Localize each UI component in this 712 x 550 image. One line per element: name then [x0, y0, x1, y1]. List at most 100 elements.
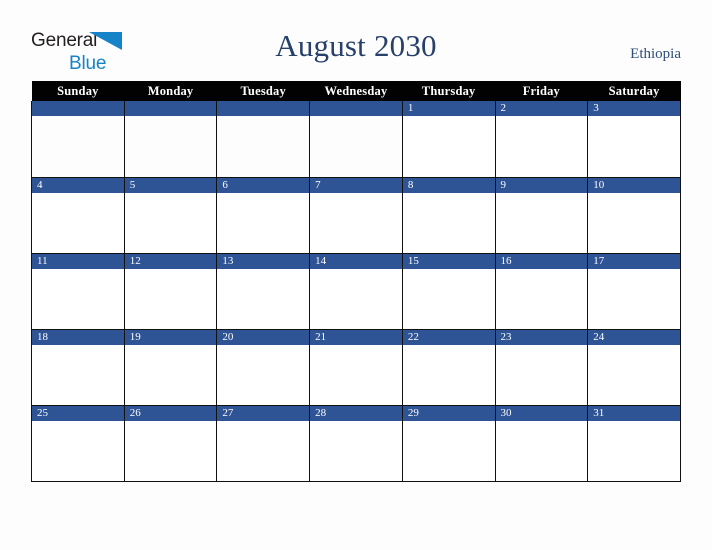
calendar-day-cell[interactable]: 1: [401, 101, 496, 178]
day-number: 6: [217, 177, 310, 193]
calendar-day-cell[interactable]: 23: [494, 329, 589, 406]
calendar-day-cell[interactable]: 26: [123, 405, 218, 482]
day-cell-inner: 29: [402, 405, 495, 481]
day-cell-inner: 18: [32, 329, 124, 405]
day-cell-inner: 11: [32, 253, 124, 329]
day-cell-inner: 7: [310, 177, 402, 253]
day-number: 21: [310, 329, 402, 345]
calendar-day-cell[interactable]: 11: [31, 253, 125, 330]
day-number: 4: [32, 177, 124, 193]
calendar-day-cell[interactable]: 4: [31, 177, 125, 254]
calendar-day-cell-empty: [216, 101, 311, 178]
day-note-area[interactable]: [495, 268, 588, 329]
calendar-day-cell[interactable]: 2: [494, 101, 589, 178]
day-cell-inner: 6: [217, 177, 310, 253]
day-number: 9: [495, 177, 588, 193]
calendar-day-cell[interactable]: 28: [309, 405, 403, 482]
day-note-area[interactable]: [32, 420, 124, 481]
calendar-day-cell[interactable]: 18: [31, 329, 125, 406]
calendar-day-cell[interactable]: 15: [401, 253, 496, 330]
day-note-area[interactable]: [402, 116, 495, 176]
day-note-area[interactable]: [495, 420, 588, 481]
calendar-day-cell[interactable]: 7: [309, 177, 403, 254]
calendar-day-cell[interactable]: 14: [309, 253, 403, 330]
day-cell-inner: 24: [588, 329, 680, 405]
day-note-area[interactable]: [588, 268, 680, 329]
calendar-day-cell[interactable]: 13: [216, 253, 311, 330]
calendar-day-cell[interactable]: 24: [587, 329, 681, 406]
calendar-day-cell[interactable]: 31: [587, 405, 681, 482]
day-cell-inner: 25: [32, 405, 124, 481]
day-note-area[interactable]: [32, 192, 124, 253]
day-note-area[interactable]: [402, 344, 495, 405]
day-note-area[interactable]: [217, 268, 310, 329]
day-note-area[interactable]: [402, 420, 495, 481]
calendar-day-cell[interactable]: 29: [401, 405, 496, 482]
day-note-area[interactable]: [495, 116, 588, 176]
day-note-area[interactable]: [217, 420, 310, 481]
day-note-area[interactable]: [588, 192, 680, 253]
day-note-area[interactable]: [310, 420, 402, 481]
calendar-day-cell[interactable]: 8: [401, 177, 496, 254]
day-cell-inner: [217, 101, 310, 177]
calendar-day-cell[interactable]: 10: [587, 177, 681, 254]
day-note-area[interactable]: [124, 344, 217, 405]
day-note-area[interactable]: [588, 116, 680, 176]
calendar-week-row: 11 12 13 14 15 16 17: [31, 253, 681, 330]
day-note-area[interactable]: [217, 192, 310, 253]
day-number: 26: [124, 405, 217, 421]
day-number: 8: [402, 177, 495, 193]
day-note-area[interactable]: [217, 344, 310, 405]
day-note-area[interactable]: [124, 420, 217, 481]
day-number-blank: [217, 101, 310, 116]
day-cell-inner: 3: [588, 101, 680, 177]
day-note-area[interactable]: [32, 344, 124, 405]
day-note-area[interactable]: [124, 116, 217, 176]
day-cell-inner: 12: [124, 253, 217, 329]
calendar-day-cell[interactable]: 20: [216, 329, 311, 406]
calendar-day-cell[interactable]: 9: [494, 177, 589, 254]
day-note-area[interactable]: [402, 268, 495, 329]
calendar-day-cell[interactable]: 16: [494, 253, 589, 330]
calendar-day-cell[interactable]: 6: [216, 177, 311, 254]
calendar-day-cell[interactable]: 12: [123, 253, 218, 330]
calendar-day-cell[interactable]: 3: [587, 101, 681, 178]
day-note-area[interactable]: [402, 192, 495, 253]
day-note-area[interactable]: [310, 192, 402, 253]
day-cell-inner: 20: [217, 329, 310, 405]
day-note-area[interactable]: [217, 116, 310, 176]
day-note-area[interactable]: [310, 116, 402, 176]
day-note-area[interactable]: [124, 268, 217, 329]
day-number: 1: [402, 101, 495, 116]
day-note-area[interactable]: [32, 116, 124, 176]
day-note-area[interactable]: [32, 268, 124, 329]
day-cell-inner: 9: [495, 177, 588, 253]
day-note-area[interactable]: [495, 344, 588, 405]
day-cell-inner: 5: [124, 177, 217, 253]
calendar-day-cell[interactable]: 21: [309, 329, 403, 406]
day-number: 27: [217, 405, 310, 421]
day-note-area[interactable]: [588, 344, 680, 405]
day-note-area[interactable]: [310, 268, 402, 329]
day-note-area[interactable]: [495, 192, 588, 253]
day-note-area[interactable]: [310, 344, 402, 405]
day-number: 10: [588, 177, 680, 193]
day-note-area[interactable]: [124, 192, 217, 253]
day-number: 22: [402, 329, 495, 345]
calendar-day-cell[interactable]: 17: [587, 253, 681, 330]
calendar-week-row: 4 5 6 7 8 9 10: [31, 177, 681, 254]
day-number: 2: [495, 101, 588, 116]
day-note-area[interactable]: [588, 420, 680, 481]
day-number-blank: [32, 101, 124, 116]
day-number: 24: [588, 329, 680, 345]
calendar-day-cell[interactable]: 5: [123, 177, 218, 254]
calendar-day-cell[interactable]: 27: [216, 405, 311, 482]
day-cell-inner: [124, 101, 217, 177]
day-cell-inner: 23: [495, 329, 588, 405]
weekday-header-sunday: Sunday: [31, 81, 125, 101]
calendar-week-row: 25 26 27 28 29 30 31: [31, 405, 681, 482]
calendar-day-cell[interactable]: 22: [401, 329, 496, 406]
calendar-day-cell[interactable]: 19: [123, 329, 218, 406]
calendar-day-cell[interactable]: 30: [494, 405, 589, 482]
calendar-day-cell[interactable]: 25: [31, 405, 125, 482]
